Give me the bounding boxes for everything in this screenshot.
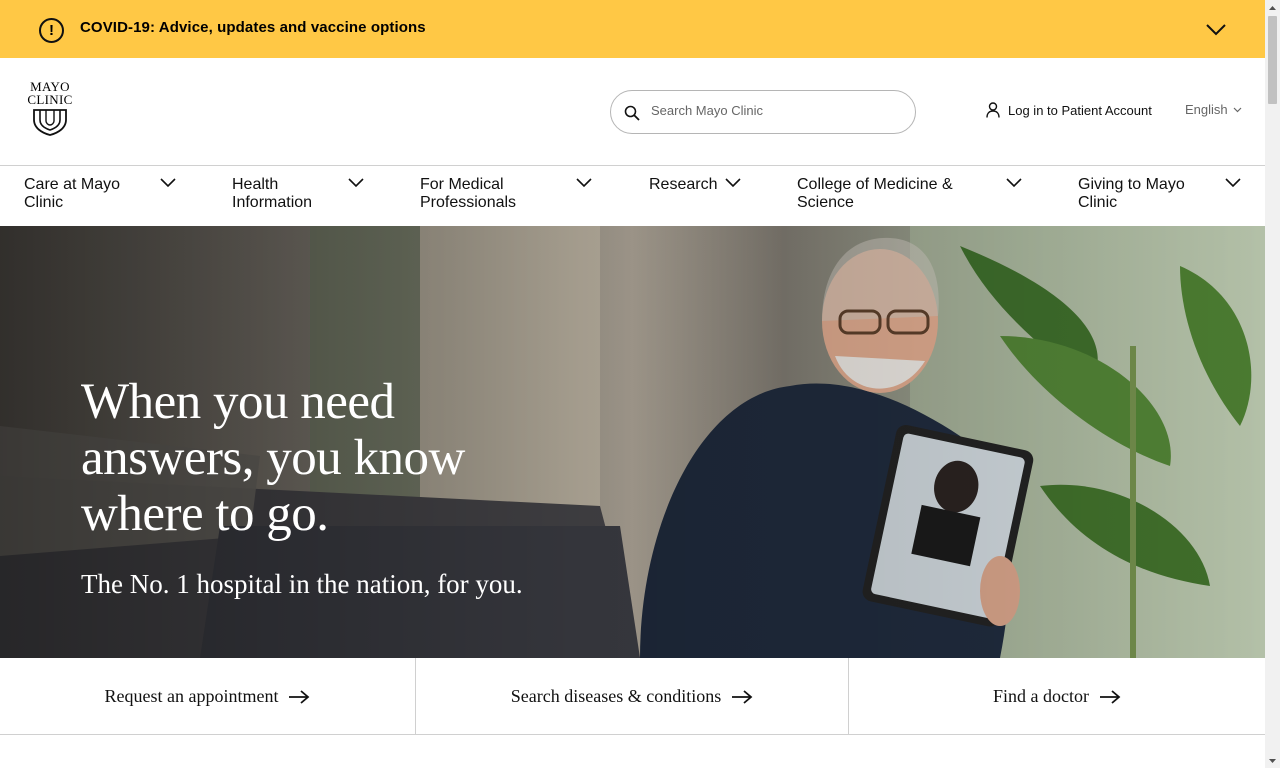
nav-item-label[interactable]: For Medical Professionals xyxy=(420,176,540,212)
nav-item-label[interactable]: Giving to Mayo Clinic xyxy=(1078,176,1198,212)
nav-item-giving-to-mayo-clinic[interactable]: Giving to Mayo Clinic xyxy=(1078,176,1248,212)
search-input[interactable] xyxy=(651,103,901,118)
shield-logo-icon xyxy=(33,109,67,136)
chevron-down-icon[interactable] xyxy=(1205,20,1227,38)
user-icon xyxy=(986,102,1000,118)
arrow-right-icon xyxy=(289,689,310,704)
search-box[interactable] xyxy=(610,90,916,134)
page: ! COVID-19: Advice, updates and vaccine … xyxy=(0,0,1265,768)
nav-item-care-at-mayo-clinic[interactable]: Care at Mayo Clinic xyxy=(24,176,194,212)
scroll-down-arrow-icon[interactable] xyxy=(1265,753,1280,768)
covid-alert-bar[interactable]: ! COVID-19: Advice, updates and vaccine … xyxy=(0,0,1265,58)
nav-item-health-information[interactable]: Health Information xyxy=(232,176,382,212)
chevron-down-icon[interactable] xyxy=(160,178,176,188)
arrow-right-icon xyxy=(732,689,753,704)
main-nav: Care at Mayo Clinic Health Information F… xyxy=(0,166,1265,226)
search-diseases-link[interactable]: Search diseases & conditions xyxy=(416,658,848,735)
language-label[interactable]: English xyxy=(1185,102,1228,117)
nav-item-label[interactable]: College of Medicine & Science xyxy=(797,176,977,212)
quick-link-label[interactable]: Search diseases & conditions xyxy=(511,686,721,707)
chevron-down-icon[interactable] xyxy=(1225,178,1241,188)
request-appointment-link[interactable]: Request an appointment xyxy=(0,658,415,735)
chevron-down-icon[interactable] xyxy=(725,178,741,188)
patient-login-link[interactable]: Log in to Patient Account xyxy=(986,102,1152,118)
exclamation-circle-icon: ! xyxy=(39,18,64,43)
hero-subtitle: The No. 1 hospital in the nation, for yo… xyxy=(81,569,523,599)
quick-link-label[interactable]: Request an appointment xyxy=(105,686,279,707)
chevron-down-icon[interactable] xyxy=(1006,178,1022,188)
scroll-up-arrow-icon[interactable] xyxy=(1265,0,1280,15)
nav-item-college-of-medicine-science[interactable]: College of Medicine & Science xyxy=(797,176,1037,212)
login-label[interactable]: Log in to Patient Account xyxy=(1008,103,1152,118)
arrow-right-icon xyxy=(1100,689,1121,704)
nav-item-label[interactable]: Research xyxy=(649,176,725,194)
vertical-scrollbar[interactable] xyxy=(1265,0,1280,768)
nav-item-for-medical-professionals[interactable]: For Medical Professionals xyxy=(420,176,610,212)
scrollbar-thumb[interactable] xyxy=(1268,16,1277,104)
alert-text[interactable]: COVID-19: Advice, updates and vaccine op… xyxy=(80,19,426,36)
site-header: MAYO CLINIC Log in to Patient Account xyxy=(0,58,1265,166)
nav-item-research[interactable]: Research xyxy=(649,176,759,194)
mayo-clinic-logo[interactable]: MAYO CLINIC xyxy=(22,80,78,136)
hero-banner: When you need answers, you know where to… xyxy=(0,226,1265,658)
logo-line-2: CLINIC xyxy=(27,92,73,107)
chevron-down-icon xyxy=(1233,107,1242,112)
nav-item-label[interactable]: Care at Mayo Clinic xyxy=(24,176,144,212)
quick-links: Request an appointment Search diseases &… xyxy=(0,658,1265,735)
language-selector[interactable]: English xyxy=(1185,102,1242,117)
search-icon[interactable] xyxy=(624,105,640,121)
hero-title: When you need answers, you know where to… xyxy=(81,374,465,542)
find-doctor-link[interactable]: Find a doctor xyxy=(849,658,1265,735)
chevron-down-icon[interactable] xyxy=(348,178,364,188)
chevron-down-icon[interactable] xyxy=(576,178,592,188)
quick-link-label[interactable]: Find a doctor xyxy=(993,686,1089,707)
nav-item-label[interactable]: Health Information xyxy=(232,176,332,212)
